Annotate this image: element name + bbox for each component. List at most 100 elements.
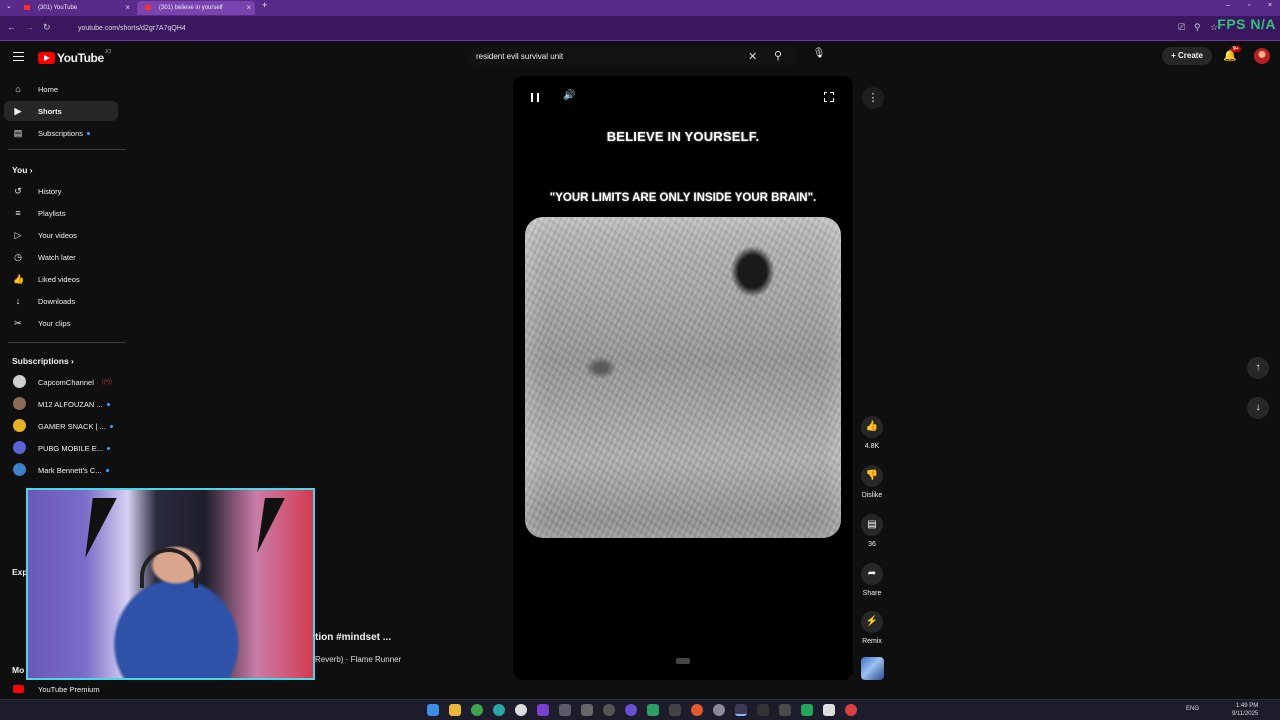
remix-icon: ⚡ (861, 611, 883, 633)
app-icon[interactable] (515, 704, 527, 716)
system-clock[interactable]: 1:49 PM 9/11/2025 (1232, 702, 1258, 718)
app-icon[interactable] (779, 704, 791, 716)
playlists-icon: ≡ (15, 208, 21, 218)
pause-icon[interactable] (531, 93, 539, 102)
app-icon[interactable] (603, 704, 615, 716)
sidebar-sub-gamer-snack[interactable]: GAMER SNACK | ... (4, 416, 118, 436)
window-close-icon[interactable]: × (1268, 2, 1272, 9)
close-tab-icon[interactable]: × (125, 3, 130, 12)
reload-icon[interactable]: ↻ (43, 22, 51, 33)
browser-tab-youtube[interactable]: (301) YouTube × (16, 1, 134, 15)
active-app-icon[interactable] (735, 704, 747, 716)
twitch-icon[interactable] (537, 704, 549, 716)
app-icon[interactable] (757, 704, 769, 716)
voice-search-icon[interactable]: 🎙 (812, 48, 826, 64)
search-icon[interactable]: ⚲ (774, 49, 782, 62)
short-title-partial[interactable]: tion #mindset ... (315, 632, 391, 643)
like-button[interactable]: 👍 4.8K (857, 416, 887, 450)
forward-icon[interactable]: → (25, 22, 34, 32)
notepad-icon[interactable] (823, 704, 835, 716)
url-field[interactable]: youtube.com/shorts/d2gr7A7qQH4 (64, 21, 1164, 36)
progress-handle[interactable] (676, 658, 690, 664)
channel-avatar (13, 419, 26, 432)
next-short-arrow-down-icon[interactable]: ↓ (1247, 397, 1269, 419)
previous-short-arrow-up-icon[interactable]: ↑ (1247, 357, 1269, 379)
new-tab-icon[interactable]: + (262, 0, 267, 10)
clear-search-icon[interactable]: ✕ (748, 50, 757, 63)
file-explorer-icon[interactable] (449, 704, 461, 716)
sidebar-sub-mark-bennett[interactable]: Mark Bennett's C... (4, 460, 118, 480)
video-quote-text: "YOUR LIMITS ARE ONLY INSIDE YOUR BRAIN"… (549, 192, 817, 204)
edge-icon[interactable] (493, 704, 505, 716)
like-icon: 👍 (861, 416, 883, 438)
sidebar-sub-capcom[interactable]: CapcomChannel ((•)) (4, 372, 118, 392)
sidebar-sub-pubg[interactable]: PUBG MOBILE E... (4, 438, 118, 458)
sidebar-you-header[interactable]: You › (12, 165, 33, 175)
sidebar-item-home[interactable]: ⌂ Home (4, 79, 118, 99)
new-content-dot (107, 446, 111, 450)
volume-icon[interactable]: 🔊 (563, 90, 575, 101)
remix-label: Remix (862, 638, 882, 645)
sidebar-item-playlists[interactable]: ≡ Playlists (4, 203, 118, 223)
close-tab-icon[interactable]: × (246, 3, 251, 12)
short-sound-partial[interactable]: Reverb) · Flame Runner (315, 655, 401, 664)
sidebar-item-label: History (38, 186, 62, 196)
headset (140, 548, 198, 588)
more-options-icon[interactable]: ⋮ (862, 87, 884, 109)
masthead: YouTube JO ✕ ⚲ 🎙 + Create 🔔 9+ (0, 41, 1280, 71)
start-icon[interactable] (427, 704, 439, 716)
app-icon[interactable] (845, 704, 857, 716)
sidebar-item-your-videos[interactable]: ▷ Your videos (4, 225, 118, 245)
minimize-icon[interactable]: – (1226, 2, 1230, 9)
your-videos-icon: ▷ (14, 230, 22, 240)
downloads-icon: ↓ (15, 296, 21, 306)
sidebar-item-your-clips[interactable]: ✂ Your clips (4, 313, 118, 333)
sidebar-sub-m12[interactable]: M12 ALFOUZAN ... (4, 394, 118, 414)
sidebar-item-premium[interactable]: YouTube Premium (38, 685, 100, 694)
youtube-favicon-icon (24, 5, 30, 10)
sidebar-item-shorts[interactable]: ▶ Shorts (4, 101, 118, 121)
share-button[interactable]: ➦ Share (857, 563, 887, 597)
app-icon[interactable] (581, 704, 593, 716)
tab-title: (301) YouTube (38, 5, 78, 11)
dislike-button[interactable]: 👎 Dislike (857, 465, 887, 499)
create-button[interactable]: + Create (1162, 47, 1212, 65)
install-app-icon[interactable]: ⎚ (1178, 22, 1185, 33)
new-content-dot (106, 402, 110, 406)
app-icon[interactable] (801, 704, 813, 716)
system-tray[interactable]: ENG (1186, 706, 1199, 712)
app-icon[interactable] (647, 704, 659, 716)
maximize-icon[interactable]: ▫ (1248, 2, 1250, 9)
back-icon[interactable]: ← (7, 22, 16, 32)
obs-icon[interactable] (625, 704, 637, 716)
sidebar-item-label: Your videos (38, 230, 77, 240)
tab-list-icon[interactable]: ⌄ (6, 2, 12, 10)
account-avatar[interactable] (1254, 48, 1270, 64)
search-box: ✕ ⚲ (468, 47, 798, 66)
sidebar-subscriptions-header[interactable]: Subscriptions › (12, 356, 74, 366)
comments-button[interactable]: ▤ 36 (857, 514, 887, 548)
watch-later-icon: ◷ (14, 252, 22, 262)
zoom-icon[interactable]: ⚲ (1194, 22, 1201, 33)
shorts-player[interactable]: 🔊 BELIEVE IN YOURSELF. "YOUR LIMITS ARE … (513, 76, 853, 680)
browser-tab-short[interactable]: (301) believe in yourself × (137, 1, 255, 15)
youtube-logo[interactable]: YouTube JO (38, 49, 111, 65)
subscriptions-icon: ▤ (13, 128, 23, 138)
sidebar-item-label: M12 ALFOUZAN ... (38, 399, 103, 409)
remix-button[interactable]: ⚡ Remix (857, 611, 887, 645)
app-icon[interactable] (669, 704, 681, 716)
sidebar-item-downloads[interactable]: ↓ Downloads (4, 291, 118, 311)
menu-icon[interactable] (13, 52, 24, 61)
sidebar-item-subscriptions[interactable]: ▤ Subscriptions (4, 123, 118, 143)
sidebar-item-history[interactable]: ↺ History (4, 181, 118, 201)
sound-thumbnail[interactable] (861, 657, 884, 680)
app-icon[interactable] (559, 704, 571, 716)
app-icon[interactable] (691, 704, 703, 716)
sidebar-item-liked-videos[interactable]: 👍 Liked videos (4, 269, 118, 289)
sidebar-item-watch-later[interactable]: ◷ Watch later (4, 247, 118, 267)
fullscreen-icon[interactable] (823, 91, 834, 102)
steam-icon[interactable] (713, 704, 725, 716)
youtube-play-icon (38, 52, 55, 64)
search-input[interactable] (476, 50, 736, 63)
chrome-icon[interactable] (471, 704, 483, 716)
